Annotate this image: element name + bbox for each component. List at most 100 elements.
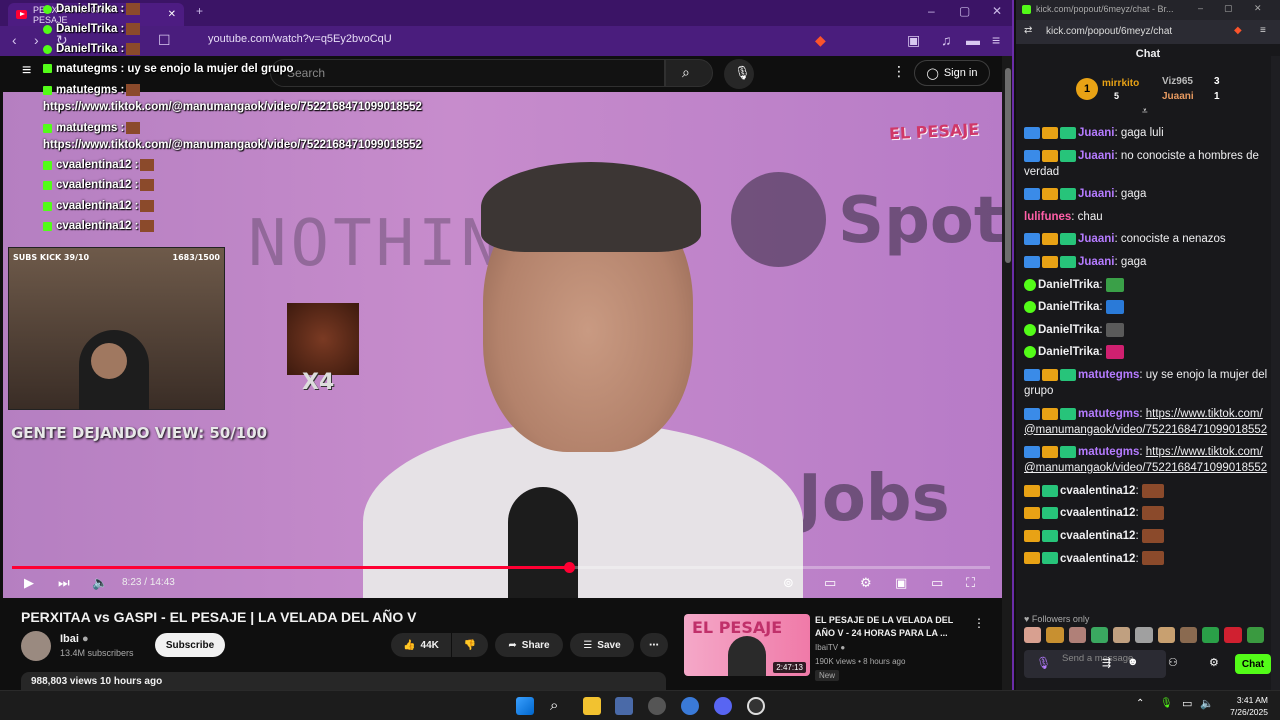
chat-username[interactable]: cvaalentina12 — [1060, 530, 1135, 542]
window-maximize-icon[interactable]: ▢ — [959, 4, 970, 18]
video-progress-bar[interactable] — [12, 562, 990, 573]
emote-4[interactable] — [1090, 627, 1109, 643]
chat-send-button[interactable]: Chat — [1235, 654, 1271, 674]
next-icon[interactable]: ⏭ — [58, 575, 70, 591]
emote-10[interactable] — [1224, 627, 1242, 643]
emote-5[interactable] — [1113, 627, 1131, 643]
chrome-icon[interactable] — [648, 697, 666, 715]
tray-clock[interactable]: 3:41 AM 7/26/2025 — [1224, 694, 1268, 718]
share-button[interactable]: ➦ Share — [495, 633, 563, 657]
collapse-leaderboard-icon[interactable]: ⩡ — [1142, 106, 1148, 117]
channel-name[interactable]: Ibai ● — [60, 633, 89, 645]
users-icon[interactable]: ⚇ — [1168, 656, 1178, 669]
leaderboard-second-name[interactable]: Viz965 — [1162, 76, 1193, 87]
file-explorer-icon[interactable] — [583, 697, 601, 715]
tray-mic-icon[interactable]: 🎙 — [1160, 698, 1173, 709]
emote-11[interactable] — [1246, 627, 1264, 643]
settings-icon[interactable]: ⚙ — [860, 575, 872, 591]
voice-icon[interactable]: 🎙 — [1036, 656, 1051, 670]
miniplayer-icon[interactable]: ▣ — [895, 575, 907, 591]
chat-username[interactable]: cvaalentina12 — [1060, 485, 1135, 497]
chat-settings-icon[interactable]: ⚙ — [1209, 656, 1219, 669]
emote-3[interactable] — [1068, 627, 1086, 643]
chat-username[interactable]: DanielTrika — [1038, 279, 1099, 291]
discord-icon[interactable] — [714, 697, 732, 715]
start-icon[interactable] — [516, 697, 534, 715]
page-scrollbar[interactable] — [1002, 56, 1012, 690]
save-button[interactable]: ☰ Save — [570, 633, 634, 657]
emote-6[interactable] — [1135, 627, 1153, 643]
leaderboard-first-name[interactable]: mirrkito — [1102, 78, 1139, 89]
chat-username[interactable]: Juaani — [1078, 188, 1114, 200]
channel-avatar[interactable] — [21, 631, 51, 661]
kick-menu-icon[interactable]: ≡ — [1260, 25, 1266, 36]
window-close-icon[interactable]: ✕ — [992, 4, 1002, 18]
chat-username[interactable]: Juaani — [1078, 127, 1114, 139]
subscribe-button[interactable]: Subscribe — [155, 633, 225, 657]
chat-username[interactable]: cvaalentina12 — [1060, 507, 1135, 519]
chat-username[interactable]: DanielTrika — [1038, 346, 1099, 358]
volume-icon[interactable]: 🔈 — [92, 575, 108, 591]
store-icon[interactable] — [615, 697, 633, 715]
more-actions-button[interactable]: ⋯ — [640, 633, 668, 657]
chat-username[interactable]: Juaani — [1078, 233, 1114, 245]
kick-tune-icon[interactable]: ⇄ — [1024, 25, 1032, 36]
kick-shield-icon[interactable]: ◆ — [1234, 25, 1242, 36]
moderator-badge-icon — [1024, 149, 1040, 162]
chat-scrollbar[interactable] — [1271, 56, 1280, 690]
tray-volume-icon[interactable]: 🔈 — [1200, 697, 1214, 710]
emote-9[interactable] — [1202, 627, 1220, 643]
chat-username[interactable]: DanielTrika — [1038, 301, 1099, 313]
more-options-icon[interactable]: ⋮ — [892, 63, 906, 80]
tray-monitor-icon[interactable]: ▭ — [1182, 697, 1192, 710]
moderator-badge-icon — [1024, 233, 1040, 246]
extension-icon[interactable]: ▬ — [966, 32, 980, 48]
kick-tab-bar: kick.com/popout/6meyz/chat - Br... – ▢ ✕ — [1016, 0, 1280, 20]
recommended-thumbnail[interactable]: EL PESAJE 2:47:13 — [684, 614, 810, 676]
taskbar-search-icon[interactable]: ⌕ — [550, 697, 568, 715]
kick-maximize-icon[interactable]: ▢ — [1224, 3, 1233, 14]
recommended-title[interactable]: EL PESAJE DE LA VELADA DEL AÑO V - 24 HO… — [815, 614, 965, 640]
chat-username[interactable]: matutegms — [1078, 369, 1139, 381]
autoplay-toggle-icon[interactable]: ⊚ — [783, 575, 794, 591]
browser-menu-icon[interactable]: ≡ — [992, 32, 1000, 48]
obs-icon[interactable] — [747, 697, 765, 715]
leaderboard-third-name[interactable]: Juaani — [1162, 91, 1194, 102]
sign-in-button[interactable]: ◯ Sign in — [914, 60, 990, 86]
emoji-icon[interactable]: ☻ — [1127, 656, 1139, 668]
kick-tab-title[interactable]: kick.com/popout/6meyz/chat - Br... — [1036, 4, 1174, 14]
kick-close-icon[interactable]: ✕ — [1254, 3, 1262, 14]
music-icon[interactable]: ♫ — [941, 32, 952, 48]
voice-search-button[interactable]: 🎙 — [724, 59, 754, 89]
search-button[interactable]: ⌕ — [665, 59, 713, 87]
media-icon[interactable]: ▣ — [907, 32, 920, 49]
window-minimize-icon[interactable]: – — [928, 4, 935, 18]
like-button[interactable]: 👍 44K — [391, 633, 451, 657]
chat-emote-icon — [1105, 322, 1124, 337]
play-icon[interactable]: ▶ — [24, 575, 34, 591]
chat-username[interactable]: lulifunes — [1024, 211, 1071, 223]
fullscreen-icon[interactable]: ⛶ — [966, 575, 975, 591]
brave-shield-icon[interactable]: ◆ — [815, 32, 826, 49]
scrollbar-thumb[interactable] — [1005, 68, 1011, 263]
chat-username[interactable]: DanielTrika — [1038, 324, 1099, 336]
dislike-button[interactable]: 👎 — [452, 633, 488, 657]
chat-username[interactable]: cvaalentina12 — [1060, 553, 1135, 565]
brave-icon[interactable] — [681, 697, 699, 715]
tray-chevron-icon[interactable]: ⌃ — [1136, 698, 1144, 709]
emote-7[interactable] — [1157, 627, 1175, 643]
theater-mode-icon[interactable]: ▭ — [931, 575, 943, 591]
chat-username[interactable]: matutegms — [1078, 408, 1139, 420]
chat-username[interactable]: Juaani — [1078, 256, 1114, 268]
kick-url[interactable]: kick.com/popout/6meyz/chat — [1046, 26, 1172, 37]
kick-minimize-icon[interactable]: – — [1198, 3, 1203, 13]
captions-icon[interactable]: ▭ — [824, 575, 836, 591]
send-command-icon[interactable]: ⇶ — [1102, 656, 1111, 669]
emote-8[interactable] — [1179, 627, 1198, 643]
recommended-channel[interactable]: IbaiTV ● — [815, 643, 845, 652]
emote-1[interactable] — [1024, 627, 1042, 643]
emote-2[interactable] — [1046, 627, 1064, 643]
chat-username[interactable]: matutegms — [1078, 446, 1139, 458]
chat-username[interactable]: Juaani — [1078, 150, 1114, 162]
recommended-more-icon[interactable]: ⋮ — [973, 616, 985, 630]
